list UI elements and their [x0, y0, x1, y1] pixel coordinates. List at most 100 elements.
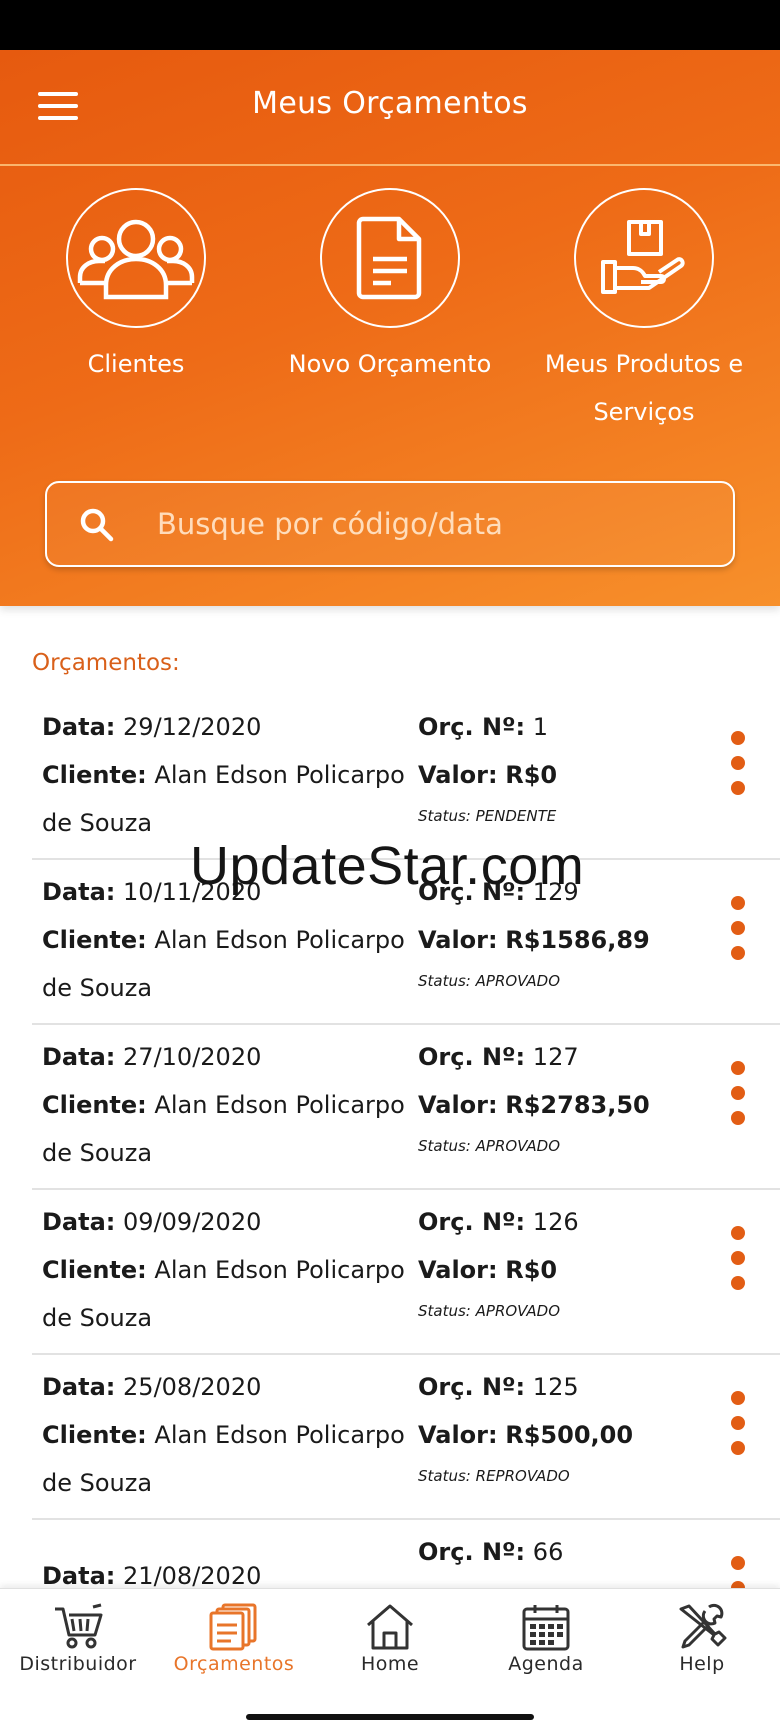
value-label: Valor: — [418, 926, 498, 954]
client-line: Cliente: Alan Edson Policarpo de Souza — [42, 751, 412, 847]
budget-list: Data: 29/12/2020 Cliente: Alan Edson Poli… — [0, 695, 780, 1685]
number-label: Orç. Nº: — [418, 1373, 526, 1401]
status-label: Status: — [418, 972, 471, 990]
date-line: Data: 09/09/2020 — [42, 1198, 412, 1246]
status-line: Status: APROVADO — [418, 1131, 718, 1161]
nav-agenda-label: Agenda — [508, 1653, 584, 1675]
row-right: Orç. Nº: 127 Valor: R$2783,50 Status: APRO… — [418, 1033, 718, 1161]
client-line: Cliente: Alan Edson Policarpo de Souza — [42, 916, 412, 1012]
row-left: Data: 09/09/2020 Cliente: Alan Edson Poli… — [42, 1198, 412, 1342]
nav-help[interactable]: Help — [624, 1603, 780, 1675]
date-line: Data: 25/08/2020 — [42, 1363, 412, 1411]
budget-row[interactable]: Data: 09/09/2020 Cliente: Alan Edson Poli… — [32, 1190, 780, 1355]
date-line: Data: 29/12/2020 — [42, 703, 412, 751]
number-line: Orç. Nº: 66 — [418, 1528, 718, 1576]
more-options-icon[interactable] — [720, 1061, 756, 1131]
value-line: Valor: R$0 — [418, 751, 718, 799]
date-label: Data: — [42, 878, 116, 906]
section-title: Orçamentos: — [32, 650, 180, 676]
document-icon — [320, 188, 460, 328]
number-line: Orç. Nº: 127 — [418, 1033, 718, 1081]
calendar-icon — [522, 1605, 570, 1651]
number-line: Orç. Nº: 126 — [418, 1198, 718, 1246]
number-label: Orç. Nº: — [418, 1043, 526, 1071]
date-value: 10/11/2020 — [123, 878, 262, 906]
budget-row[interactable]: Data: 29/12/2020 Cliente: Alan Edson Poli… — [32, 695, 780, 860]
value-amount: R$0 — [505, 1256, 558, 1284]
number-value: 125 — [532, 1373, 579, 1401]
number-label: Orç. Nº: — [418, 1538, 526, 1566]
produtos-servicos-shortcut[interactable]: Meus Produtos e Serviços — [524, 188, 764, 436]
row-left: Data: 29/12/2020 Cliente: Alan Edson Poli… — [42, 703, 412, 847]
client-label: Cliente: — [42, 1091, 147, 1119]
client-line: Cliente: Alan Edson Policarpo de Souza — [42, 1246, 412, 1342]
cart-icon — [55, 1603, 103, 1649]
date-value: 09/09/2020 — [123, 1208, 262, 1236]
status-line: Status: APROVADO — [418, 1296, 718, 1326]
status-badge: APROVADO — [475, 972, 561, 990]
date-label: Data: — [42, 1562, 116, 1590]
nav-orcamentos-label: Orçamentos — [173, 1653, 295, 1675]
more-options-icon[interactable] — [720, 1391, 756, 1461]
value-label: Valor: — [418, 1091, 498, 1119]
box-hand-icon — [574, 188, 714, 328]
value-line: Valor: R$1586,89 — [418, 916, 718, 964]
users-icon — [66, 188, 206, 328]
row-left: Data: 27/10/2020 Cliente: Alan Edson Poli… — [42, 1033, 412, 1177]
date-value: 21/08/2020 — [123, 1562, 262, 1590]
search-input[interactable] — [157, 497, 717, 551]
nav-help-label: Help — [679, 1653, 725, 1675]
date-value: 29/12/2020 — [123, 713, 262, 741]
more-options-icon[interactable] — [720, 731, 756, 801]
number-value: 129 — [532, 878, 579, 906]
value-amount: R$1586,89 — [505, 926, 650, 954]
search-icon — [80, 508, 114, 542]
status-label: Status: — [418, 1467, 471, 1485]
clientes-label: Clientes — [87, 350, 185, 378]
number-label: Orç. Nº: — [418, 878, 526, 906]
nav-orcamentos[interactable]: Orçamentos — [156, 1603, 312, 1675]
more-options-icon[interactable] — [720, 1226, 756, 1296]
documents-icon — [209, 1603, 257, 1651]
tools-icon — [679, 1603, 727, 1649]
value-label: Valor: — [418, 1256, 498, 1284]
number-label: Orç. Nº: — [418, 1208, 526, 1236]
status-badge: APROVADO — [475, 1137, 561, 1155]
row-right: Orç. Nº: 129 Valor: R$1586,89 Status: APRO… — [418, 868, 718, 996]
value-label: Valor: — [418, 761, 498, 789]
date-value: 25/08/2020 — [123, 1373, 262, 1401]
date-value: 27/10/2020 — [123, 1043, 262, 1071]
nav-distribuidor[interactable]: Distribuidor — [0, 1603, 156, 1675]
budget-row[interactable]: Data: 27/10/2020 Cliente: Alan Edson Poli… — [32, 1025, 780, 1190]
date-label: Data: — [42, 713, 116, 741]
home-indicator — [246, 1714, 534, 1720]
status-badge: APROVADO — [475, 1302, 561, 1320]
budget-row[interactable]: Data: 10/11/2020 Cliente: Alan Edson Poli… — [32, 860, 780, 1025]
status-line: Status: PENDENTE — [418, 801, 718, 831]
number-value: 126 — [532, 1208, 579, 1236]
header-panel: Meus Orçamentos Clientes Novo Orçamento … — [0, 50, 780, 606]
page-title: Meus Orçamentos — [252, 86, 528, 121]
clientes-shortcut[interactable]: Clientes — [16, 188, 256, 388]
novo-orcamento-shortcut[interactable]: Novo Orçamento — [270, 188, 510, 388]
date-label: Data: — [42, 1208, 116, 1236]
number-line: Orç. Nº: 129 — [418, 868, 718, 916]
row-right: Orç. Nº: 125 Valor: R$500,00 Status: REPRO… — [418, 1363, 718, 1491]
search-bar[interactable] — [45, 481, 735, 567]
produtos-servicos-label: Meus Produtos e Serviços — [544, 350, 744, 426]
nav-distribuidor-label: Distribuidor — [19, 1653, 137, 1675]
client-label: Cliente: — [42, 761, 147, 789]
nav-home-label: Home — [360, 1653, 420, 1675]
more-options-icon[interactable] — [720, 896, 756, 966]
status-label: Status: — [418, 1302, 471, 1320]
value-amount: R$2783,50 — [505, 1091, 650, 1119]
budget-row[interactable]: Data: 25/08/2020 Cliente: Alan Edson Poli… — [32, 1355, 780, 1520]
date-label: Data: — [42, 1373, 116, 1401]
nav-agenda[interactable]: Agenda — [468, 1603, 624, 1675]
novo-orcamento-label: Novo Orçamento — [288, 350, 492, 378]
date-line: Data: 27/10/2020 — [42, 1033, 412, 1081]
nav-home[interactable]: Home — [312, 1603, 468, 1675]
value-label: Valor: — [418, 1421, 498, 1449]
client-line: Cliente: Alan Edson Policarpo de Souza — [42, 1411, 412, 1507]
number-value: 127 — [532, 1043, 579, 1071]
